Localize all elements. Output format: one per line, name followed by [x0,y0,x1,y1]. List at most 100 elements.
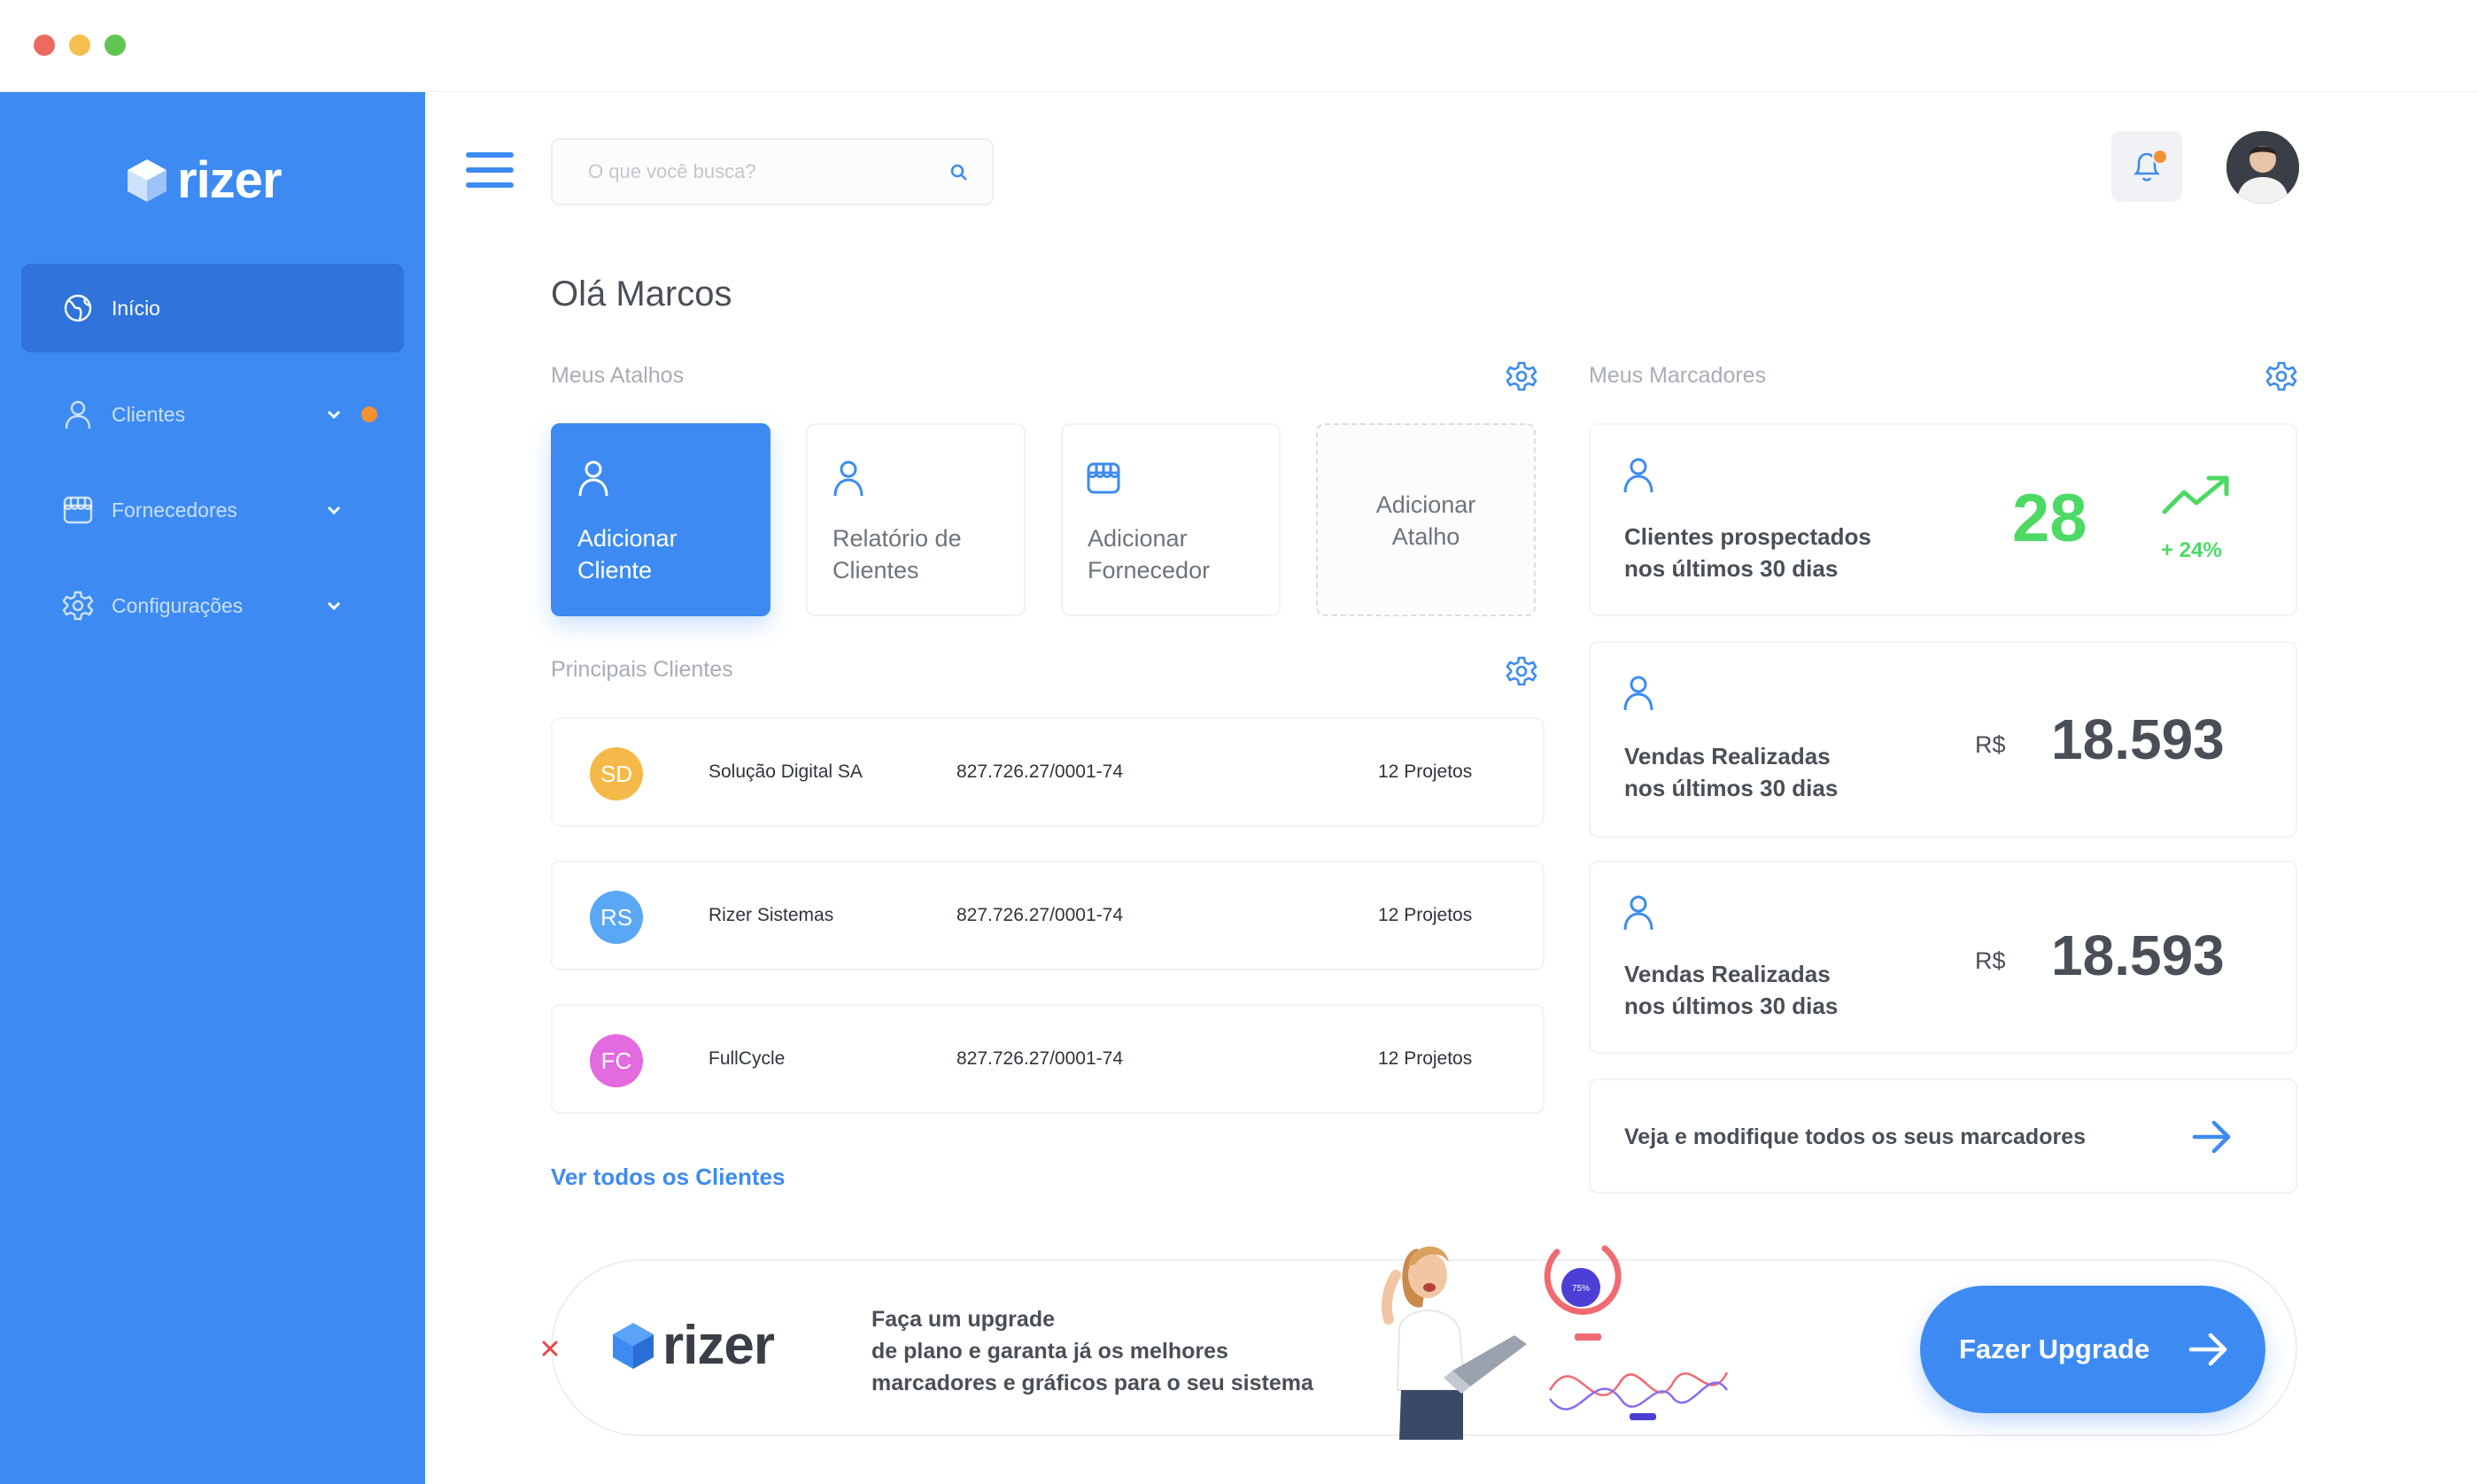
sidebar: rizer Início Clientes Fornecedores Confi… [0,92,425,1484]
shortcut-add-new[interactable]: Adicionar Atalho [1316,423,1536,616]
sidebar-item-label: Fornecedores [112,498,237,522]
store-icon [63,496,93,524]
marker-value: 28 [2012,481,2087,556]
marker-label: nos últimos 30 dias [1624,555,1839,582]
banner-line: de plano e garanta já os melhores [871,1339,1228,1364]
banner-logo-text: rizer [662,1315,775,1376]
window-maximize-button[interactable] [105,35,126,56]
all-markers-link[interactable]: Veja e modifique todos os seus marcadore… [1589,1078,2297,1194]
client-projects: 12 Projetos [1378,1048,1473,1069]
sidebar-item-clientes[interactable]: Clientes [21,370,404,459]
upgrade-button-label: Fazer Upgrade [1959,1333,2150,1364]
marker-card-sales[interactable]: Vendas Realizadas nos últimos 30 dias R$… [1589,861,2297,1054]
marker-label: Clientes prospectados [1624,523,1871,550]
search-bar [551,138,994,205]
menu-toggle-button[interactable] [466,152,514,188]
gauge-chart: 75% [1544,1245,1622,1341]
user-icon [65,400,91,429]
window-minimize-button[interactable] [69,35,90,56]
user-icon [578,460,608,497]
upgrade-illustration: 75% [1381,1245,1729,1440]
marker-label: nos últimos 30 dias [1624,993,1839,1019]
clients-settings-icon[interactable] [1506,655,1537,687]
cube-logo-icon [613,1322,654,1369]
sidebar-item-configuracoes[interactable]: Configurações [21,561,404,650]
chevron-down-icon[interactable] [324,405,344,424]
shortcut-label: Relatório de Clientes [832,525,962,584]
client-avatar: SD [590,747,643,800]
client-name: FullCycle [709,1048,786,1069]
cube-logo-icon [128,158,166,202]
client-row[interactable]: RS Rizer Sistemas 827.726.27/0001-74 12 … [551,861,1545,970]
marker-card-prospected-clients[interactable]: Clientes prospectados nos últimos 30 dia… [1589,423,2297,616]
gear-icon [62,591,94,621]
marker-value: 18.593 [2051,707,2225,771]
window-close-button[interactable] [34,35,55,56]
marker-label: Vendas Realizadas [1624,961,1831,987]
shortcuts-settings-icon[interactable] [1506,360,1537,392]
marker-value: 18.593 [2051,924,2225,987]
search-input[interactable] [588,140,925,204]
banner-message: Faça um upgrade de plano e garanta já os… [871,1303,1313,1399]
sidebar-item-label: Início [112,296,160,320]
arrow-right-icon[interactable] [2191,1119,2234,1155]
user-icon [1623,895,1653,931]
marker-card-sales[interactable]: Vendas Realizadas nos últimos 30 dias R$… [1589,641,2297,838]
sidebar-item-fornecedores[interactable]: Fornecedores [21,466,404,554]
banner-line: marcadores e gráficos para o seu sistema [871,1371,1313,1395]
app-logo[interactable]: rizer [126,151,283,210]
client-document: 827.726.27/0001-74 [956,1048,1124,1069]
search-icon[interactable] [949,163,969,182]
markers-title: Meus Marcadores [1589,363,1767,388]
notification-badge [2152,149,2168,165]
marker-currency: R$ [1975,947,2006,974]
sidebar-item-inicio[interactable]: Início [21,264,404,352]
user-avatar[interactable] [2226,131,2299,204]
client-name: Rizer Sistemas [709,905,834,925]
shortcut-label: Adicionar Fornecedor [1088,525,1211,584]
client-projects: 12 Projetos [1378,905,1473,925]
shortcut-label: Adicionar Cliente [577,525,678,584]
marker-currency: R$ [1975,731,2006,758]
trending-up-icon [2162,475,2229,514]
logo-text: rizer [177,151,283,209]
shortcut-add-supplier[interactable]: Adicionar Fornecedor [1061,423,1281,616]
clients-title: Principais Clientes [551,657,733,682]
user-icon [1623,458,1653,493]
marker-label: nos últimos 30 dias [1624,775,1839,801]
chevron-down-icon[interactable] [324,596,344,615]
shortcut-add-client[interactable]: Adicionar Cliente [551,423,771,616]
wave-chart [1548,1372,1729,1420]
marker-trend: + 24% [2161,538,2222,562]
see-all-clients-link[interactable]: Ver todos os Clientes [551,1163,785,1191]
user-icon [1623,676,1653,711]
chevron-down-icon[interactable] [324,500,344,520]
banner-line: Faça um upgrade [871,1307,1055,1332]
client-avatar: RS [590,891,643,944]
close-icon[interactable] [538,1337,561,1360]
client-name: Solução Digital SA [709,761,863,782]
user-icon [833,460,863,497]
markers-settings-icon[interactable] [2265,360,2297,392]
banner-logo: rizer [611,1314,775,1377]
gauge-label: 75% [1572,1284,1590,1294]
shortcuts-title: Meus Atalhos [551,363,685,388]
shortcut-client-report[interactable]: Relatório de Clientes [806,423,1026,616]
page-title: Olá Marcos [551,274,732,313]
sidebar-item-label: Clientes [112,402,186,426]
arrow-right-icon [2188,1333,2227,1366]
upgrade-button[interactable]: Fazer Upgrade [1920,1286,2265,1413]
client-row[interactable]: FC FullCycle 827.726.27/0001-74 12 Proje… [551,1004,1545,1114]
marker-label: Vendas Realizadas [1624,743,1831,769]
store-icon [1087,462,1120,494]
notifications-button[interactable] [2111,131,2182,202]
notification-dot [361,406,377,422]
client-row[interactable]: SD Solução Digital SA 827.726.27/0001-74… [551,717,1545,827]
window-titlebar [0,0,2478,92]
client-projects: 12 Projetos [1378,761,1473,782]
shortcut-label: Adicionar Atalho [1375,491,1476,550]
sidebar-item-label: Configurações [112,593,244,617]
client-avatar: FC [590,1034,643,1087]
all-markers-link-text: Veja e modifique todos os seus marcadore… [1624,1125,2087,1149]
client-document: 827.726.27/0001-74 [956,905,1124,925]
